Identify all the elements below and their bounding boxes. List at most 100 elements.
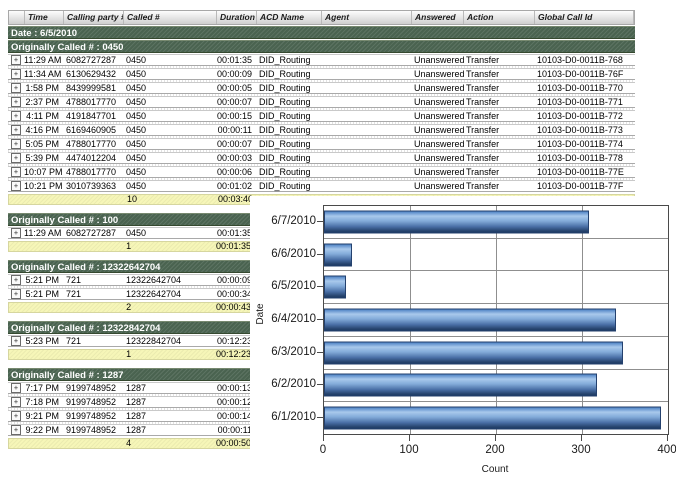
summary-spacer — [9, 195, 25, 204]
column-header-global-call-id: Global Call Id — [535, 11, 634, 24]
expand-row-button[interactable] — [11, 69, 21, 79]
cell-calling-party: 9199748952 — [63, 411, 123, 421]
group-summary-row: 100:01:35 — [8, 241, 256, 252]
call-group: Originally Called # : 045011:29 AM608272… — [8, 40, 635, 205]
cell-acd-name: DID_Routing — [256, 69, 321, 79]
x-axis-tick — [409, 434, 410, 441]
cell-called: 1287 — [123, 397, 216, 407]
expand-cell — [8, 139, 24, 149]
column-header-called: Called # — [124, 11, 217, 24]
cell-answered: Unanswered — [411, 125, 463, 135]
summary-spacer — [64, 195, 124, 204]
cell-called: 0450 — [123, 69, 216, 79]
expand-row-button[interactable] — [11, 181, 21, 191]
cell-time: 4:11 PM — [24, 111, 63, 121]
column-header-time: Time — [25, 11, 64, 24]
expand-row-button[interactable] — [11, 275, 21, 285]
expand-cell — [8, 83, 24, 93]
cell-time: 2:37 PM — [24, 97, 63, 107]
cell-called: 0450 — [123, 97, 216, 107]
cell-time: 9:22 PM — [24, 425, 63, 435]
table-row: 4:16 PM6169460905045000:00:11DID_Routing… — [8, 124, 635, 136]
cell-calling-party: 6082727287 — [63, 228, 123, 238]
summary-spacer — [25, 350, 64, 359]
cell-calling-party: 4788017770 — [63, 139, 123, 149]
cell-global-call-id: 10103-D0-0011B-774 — [534, 139, 633, 149]
chart-bar — [324, 341, 623, 364]
y-axis-label: 6/1/2010 — [258, 411, 316, 423]
cell-action: Transfer — [463, 153, 534, 163]
group-summary-row: 100:12:23 — [8, 349, 256, 360]
table-row: 1:58 PM8439999581045000:00:05DID_Routing… — [8, 82, 635, 94]
y-axis-label: 6/6/2010 — [258, 248, 316, 260]
cell-calling-party: 3010739363 — [63, 181, 123, 191]
cell-calling-party: 4474012204 — [63, 153, 123, 163]
cell-called: 0450 — [123, 111, 216, 121]
summary-spacer — [9, 303, 25, 312]
expand-row-button[interactable] — [11, 111, 21, 121]
expand-row-button[interactable] — [11, 83, 21, 93]
expand-row-button[interactable] — [11, 228, 21, 238]
table-row: 5:23 PM7211232284270400:12:23 — [8, 335, 256, 347]
summary-call-count: 4 — [123, 439, 215, 448]
call-group: Originally Called # : 10011:29 AM6082727… — [8, 213, 256, 252]
summary-spacer — [25, 439, 64, 448]
expand-cell — [8, 181, 24, 191]
cell-agent — [321, 153, 411, 163]
cell-global-call-id: 10103-D0-0011B-770 — [534, 83, 633, 93]
summary-spacer — [25, 242, 64, 251]
expand-row-button[interactable] — [11, 97, 21, 107]
expand-row-button[interactable] — [11, 411, 21, 421]
summary-spacer — [9, 350, 25, 359]
group-rows: 5:21 PM7211232264270400:00:095:21 PM7211… — [8, 274, 256, 300]
table-row: 4:11 PM4191847701045000:00:15DID_Routing… — [8, 110, 635, 122]
cell-acd-name: DID_Routing — [256, 111, 321, 121]
cell-answered: Unanswered — [411, 69, 463, 79]
y-axis-tick — [317, 221, 323, 222]
cell-acd-name: DID_Routing — [256, 153, 321, 163]
expand-row-button[interactable] — [11, 425, 21, 435]
cell-answered: Unanswered — [411, 55, 463, 65]
expand-row-button[interactable] — [11, 153, 21, 163]
expand-row-button[interactable] — [11, 289, 21, 299]
table-row: 7:17 PM9199748952128700:00:13 — [8, 382, 256, 394]
chart-band — [324, 206, 668, 239]
table-row: 10:07 PM4788017770045000:00:06DID_Routin… — [8, 166, 635, 178]
chart-plot-area — [323, 205, 669, 435]
y-axis-tick — [317, 384, 323, 385]
expand-row-button[interactable] — [11, 167, 21, 177]
x-axis-tick — [495, 434, 496, 441]
expand-row-button[interactable] — [11, 125, 21, 135]
table-row: 5:05 PM4788017770045000:00:07DID_Routing… — [8, 138, 635, 150]
cell-time: 5:23 PM — [24, 336, 63, 346]
cell-agent — [321, 83, 411, 93]
summary-call-count: 2 — [123, 303, 215, 312]
cell-called: 0450 — [123, 228, 216, 238]
cell-duration: 00:00:15 — [216, 111, 256, 121]
cell-duration: 00:01:02 — [216, 181, 256, 191]
cell-called: 1287 — [123, 425, 216, 435]
expand-row-button[interactable] — [11, 139, 21, 149]
summary-spacer — [25, 195, 64, 204]
cell-action: Transfer — [463, 55, 534, 65]
expand-cell — [8, 289, 24, 299]
table-row: 7:18 PM9199748952128700:00:12 — [8, 396, 256, 408]
summary-call-count: 10 — [124, 195, 217, 204]
expand-cell — [8, 425, 24, 435]
expand-row-button[interactable] — [11, 397, 21, 407]
chart-bar — [324, 276, 346, 299]
cell-acd-name: DID_Routing — [256, 125, 321, 135]
cell-called: 12322642704 — [123, 275, 216, 285]
cell-calling-party: 6082727287 — [63, 55, 123, 65]
column-header-expand — [9, 11, 25, 24]
group-rows: 5:23 PM7211232284270400:12:23 — [8, 335, 256, 347]
expand-row-button[interactable] — [11, 55, 21, 65]
expand-row-button[interactable] — [11, 336, 21, 346]
cell-answered: Unanswered — [411, 97, 463, 107]
group-header: Originally Called # : 100 — [8, 213, 256, 226]
y-axis-label: 6/5/2010 — [258, 280, 316, 292]
summary-call-count: 1 — [123, 242, 215, 251]
chart-x-axis-title: Count — [323, 464, 667, 475]
expand-row-button[interactable] — [11, 383, 21, 393]
cell-time: 9:21 PM — [24, 411, 63, 421]
